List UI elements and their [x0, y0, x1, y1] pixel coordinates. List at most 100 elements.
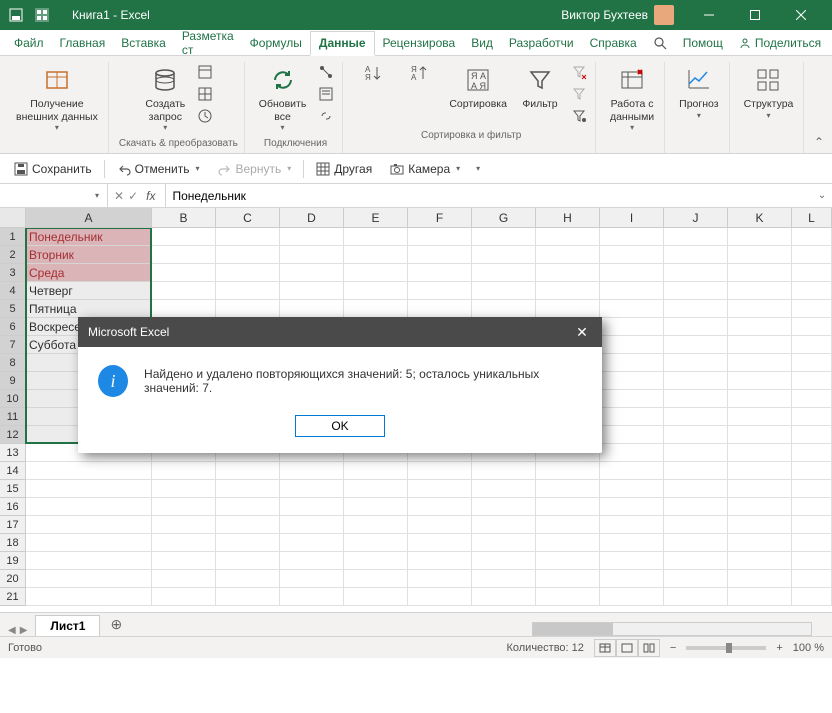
- cell[interactable]: [26, 516, 152, 534]
- cell[interactable]: [408, 498, 472, 516]
- cell[interactable]: [280, 462, 344, 480]
- row-header[interactable]: 18: [0, 534, 26, 552]
- share-button[interactable]: Поделиться: [731, 32, 829, 54]
- cell[interactable]: [664, 390, 728, 408]
- cell[interactable]: [792, 408, 832, 426]
- col-header-L[interactable]: L: [792, 208, 832, 228]
- cell[interactable]: [216, 462, 280, 480]
- cell[interactable]: [792, 318, 832, 336]
- row-header[interactable]: 21: [0, 588, 26, 606]
- row-header[interactable]: 14: [0, 462, 26, 480]
- cell[interactable]: [792, 444, 832, 462]
- cell[interactable]: [792, 552, 832, 570]
- cell[interactable]: [344, 300, 408, 318]
- cell[interactable]: [664, 588, 728, 606]
- cell[interactable]: [536, 264, 600, 282]
- cell[interactable]: [344, 552, 408, 570]
- new-query-button[interactable]: Создать запрос ▾: [141, 62, 189, 134]
- cell[interactable]: [664, 408, 728, 426]
- cell[interactable]: Пятница: [26, 300, 152, 318]
- cell[interactable]: [152, 534, 216, 552]
- cell[interactable]: [536, 570, 600, 588]
- row-header[interactable]: 2: [0, 246, 26, 264]
- row-header[interactable]: 19: [0, 552, 26, 570]
- cell[interactable]: [664, 534, 728, 552]
- tab-help[interactable]: Справка: [582, 32, 645, 54]
- cell[interactable]: [472, 534, 536, 552]
- help-prompt[interactable]: Помощ: [675, 32, 731, 54]
- cell[interactable]: [472, 516, 536, 534]
- dialog-ok-button[interactable]: OK: [295, 415, 385, 437]
- cell[interactable]: [792, 336, 832, 354]
- cell[interactable]: [344, 516, 408, 534]
- save-button[interactable]: Сохранить: [8, 160, 98, 178]
- cell[interactable]: [26, 552, 152, 570]
- cell[interactable]: [344, 282, 408, 300]
- cell[interactable]: [600, 354, 664, 372]
- col-header-C[interactable]: C: [216, 208, 280, 228]
- cell[interactable]: [728, 462, 792, 480]
- cell[interactable]: [600, 264, 664, 282]
- cell[interactable]: [792, 228, 832, 246]
- cell[interactable]: [536, 246, 600, 264]
- cell[interactable]: [792, 246, 832, 264]
- cell[interactable]: [536, 552, 600, 570]
- cell[interactable]: [344, 480, 408, 498]
- cell[interactable]: [600, 246, 664, 264]
- cell[interactable]: [216, 498, 280, 516]
- cell[interactable]: [728, 408, 792, 426]
- cell[interactable]: [216, 300, 280, 318]
- tell-me-search-icon[interactable]: [645, 32, 675, 54]
- cell[interactable]: [408, 570, 472, 588]
- cell[interactable]: [664, 462, 728, 480]
- cell[interactable]: [664, 426, 728, 444]
- cell[interactable]: Понедельник: [26, 228, 152, 246]
- cell[interactable]: [216, 282, 280, 300]
- cell[interactable]: [280, 552, 344, 570]
- cell[interactable]: [216, 588, 280, 606]
- cell[interactable]: [536, 282, 600, 300]
- tab-formulas[interactable]: Формулы: [242, 32, 310, 54]
- cell[interactable]: [792, 588, 832, 606]
- undo-button[interactable]: Отменить ▾: [111, 160, 206, 178]
- cell[interactable]: [344, 246, 408, 264]
- row-header[interactable]: 1: [0, 228, 26, 246]
- tab-home[interactable]: Главная: [52, 32, 114, 54]
- cell[interactable]: [280, 534, 344, 552]
- cell[interactable]: [664, 552, 728, 570]
- tab-developer[interactable]: Разработчи: [501, 32, 582, 54]
- show-queries-button[interactable]: [195, 62, 215, 82]
- cell[interactable]: Среда: [26, 264, 152, 282]
- cell[interactable]: [664, 300, 728, 318]
- cell[interactable]: [600, 516, 664, 534]
- cell[interactable]: [728, 336, 792, 354]
- row-header[interactable]: 17: [0, 516, 26, 534]
- cell[interactable]: [472, 570, 536, 588]
- row-header[interactable]: 5: [0, 300, 26, 318]
- col-header-E[interactable]: E: [344, 208, 408, 228]
- cell[interactable]: [792, 462, 832, 480]
- cell[interactable]: [344, 462, 408, 480]
- cell[interactable]: [728, 426, 792, 444]
- edit-links-button[interactable]: [316, 106, 336, 126]
- cell[interactable]: [728, 570, 792, 588]
- other-button[interactable]: Другая: [310, 160, 378, 178]
- cell[interactable]: [408, 516, 472, 534]
- row-header[interactable]: 20: [0, 570, 26, 588]
- close-button[interactable]: [778, 0, 824, 30]
- filter-button[interactable]: Фильтр: [517, 62, 563, 113]
- col-header-B[interactable]: B: [152, 208, 216, 228]
- cell[interactable]: [600, 588, 664, 606]
- row-header[interactable]: 9: [0, 372, 26, 390]
- cell[interactable]: [408, 552, 472, 570]
- cell[interactable]: [152, 552, 216, 570]
- cell[interactable]: [408, 264, 472, 282]
- cell[interactable]: [216, 246, 280, 264]
- cell[interactable]: [280, 480, 344, 498]
- cell[interactable]: [664, 516, 728, 534]
- horizontal-scrollbar[interactable]: [532, 622, 812, 636]
- col-header-G[interactable]: G: [472, 208, 536, 228]
- cell[interactable]: [600, 390, 664, 408]
- clear-filter-button[interactable]: [569, 62, 589, 82]
- cell[interactable]: [728, 264, 792, 282]
